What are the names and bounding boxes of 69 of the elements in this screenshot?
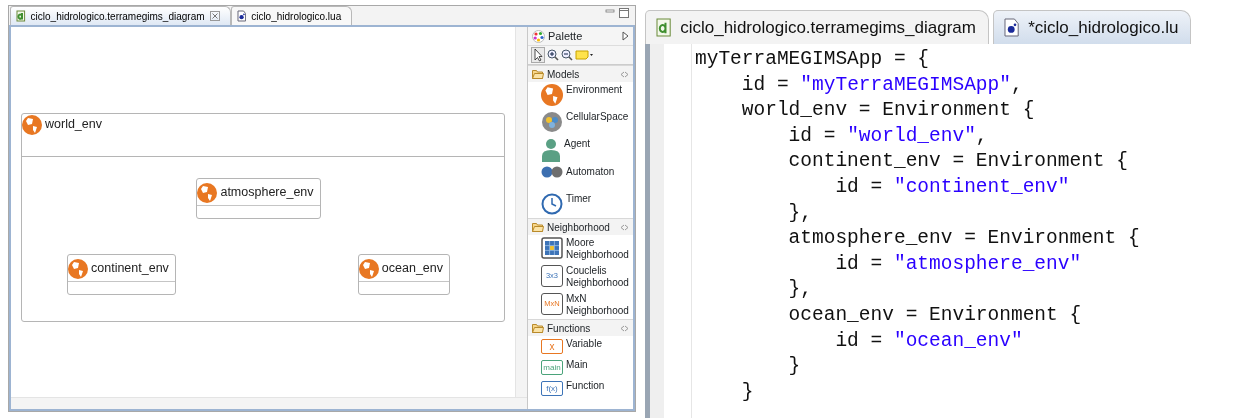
collapse-icon [620,223,629,231]
node-name: atmosphere_env [220,184,314,202]
editor-tab[interactable]: ciclo_hidrologico.lua [230,6,353,25]
lua-file-icon [1003,18,1020,37]
close-icon [209,11,220,21]
code-line: } [740,379,755,405]
code-line: id = "world_env", [787,123,989,149]
palette-title: Palette [548,28,583,44]
code-line: id = "ocean_env" [834,328,1024,354]
code-line: }, [787,200,814,226]
code-line: id = "myTerraMEGIMSApp", [740,72,1024,98]
maximize-icon [619,8,629,18]
node-name: world_env [45,116,102,133]
environment-node[interactable]: ocean_env [357,254,450,295]
palette-item[interactable]: Environment [528,82,633,109]
item-icon: main [541,360,563,375]
item-icon: x [541,339,563,354]
palette-item[interactable]: Automaton [528,164,633,191]
zoom-out-icon [561,49,573,61]
clock-icon [541,193,563,215]
code-line: myTerraMEGIMSApp = { [695,47,931,72]
code-line: }, [787,277,814,303]
palette-item[interactable]: Timer [528,191,633,218]
folder-icon [532,323,544,333]
item-icon: f(x) [541,381,563,396]
collapse-icon [620,70,629,78]
editor-tab[interactable]: *ciclo_hidrologico.lu [992,10,1192,44]
vertical-scrollbar[interactable] [515,27,527,397]
palette-item[interactable]: Moore Neighborhood [528,235,633,263]
lua-file-icon [236,10,247,22]
code-line: atmosphere_env = Environment { [787,226,1140,252]
person-icon [541,138,561,162]
globe-icon [197,182,218,203]
palette-group-header[interactable]: Models [528,65,633,82]
palette-item[interactable]: CellularSpace [528,109,633,136]
diagram-file-icon [16,10,26,22]
globe-icon [68,258,88,279]
hexagon-cluster-icon [541,111,563,133]
code-line: id = "atmosphere_env" [834,251,1083,277]
horizontal-scrollbar[interactable] [11,397,527,409]
code-line: world_env = Environment { [740,98,1036,124]
palette-item[interactable]: Agent [528,136,633,164]
code-line: } [787,354,802,380]
note-icon [575,50,593,60]
palette-item[interactable]: x Variable [528,336,633,357]
code-line: id = "continent_env" [834,174,1071,200]
code-line: ocean_env = Environment { [787,302,1083,328]
folder-icon [532,69,544,79]
editor-tab[interactable]: ciclo_hidrologico.terramegims_diagram [645,10,989,44]
palette-item[interactable]: main Main [528,357,633,378]
palette-group-header[interactable]: Functions [528,319,633,336]
environment-node[interactable]: atmosphere_env [196,178,321,219]
diagram-file-icon [656,18,672,37]
expand-arrow-icon [622,31,629,41]
environment-node[interactable]: continent_env [67,254,176,295]
globe-icon [22,115,42,135]
folder-icon [532,222,544,232]
zoom-in-icon [547,49,559,61]
two-circles-icon [541,166,563,178]
collapse-icon [620,324,629,332]
node-name: ocean_env [381,260,443,278]
code-line: continent_env = Environment { [787,149,1129,175]
node-name: continent_env [91,260,169,278]
palette-item[interactable]: f(x) Function [528,378,633,399]
globe-icon [541,84,563,106]
palette-group-header[interactable]: Neighborhood [528,218,633,235]
grid-icon [541,237,563,259]
editor-tab[interactable]: ciclo_hidrologico.terramegims_diagram [10,6,231,25]
globe-icon [358,258,379,279]
